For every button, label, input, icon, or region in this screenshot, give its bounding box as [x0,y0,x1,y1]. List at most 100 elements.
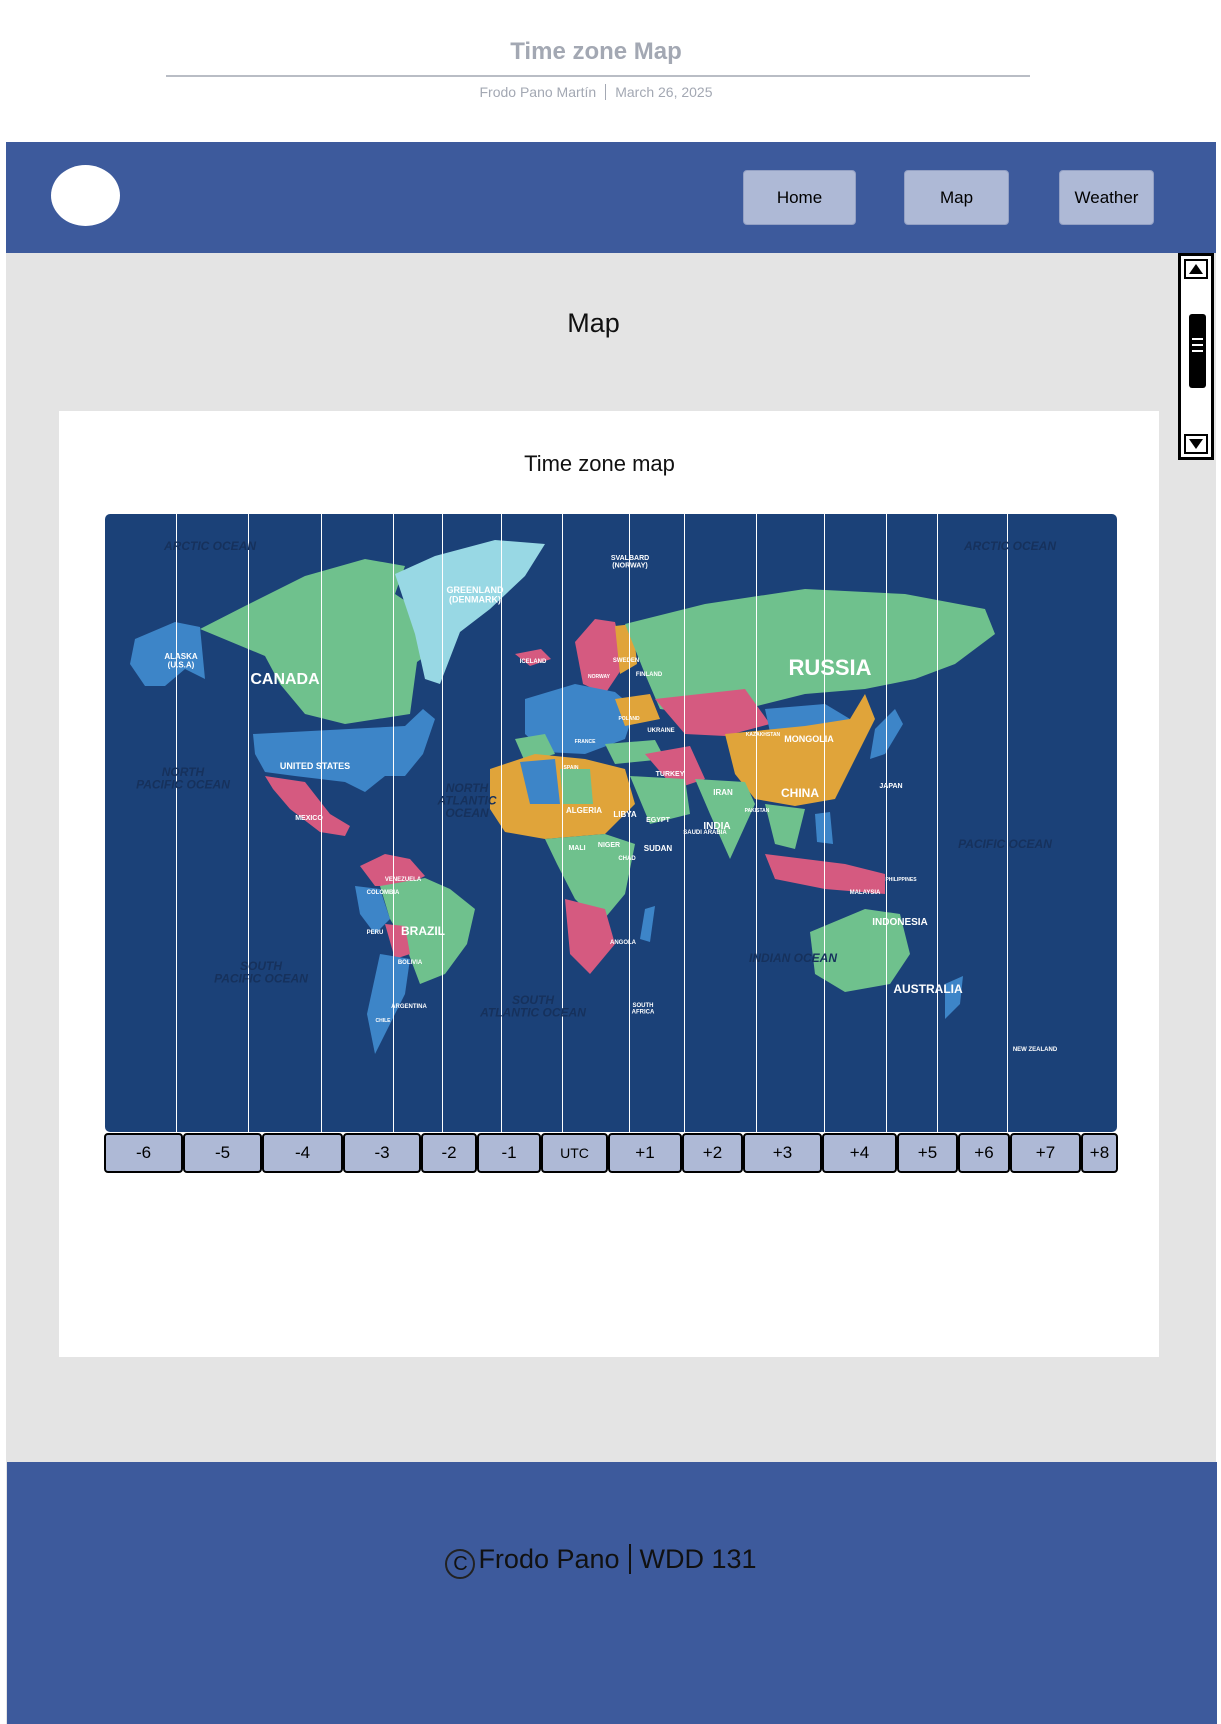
document-title: Time zone Map [510,38,682,65]
label-arctic-west: ARCTIC OCEAN [163,539,256,553]
timezone-button[interactable]: -6 [104,1133,183,1173]
scroll-down-button[interactable] [1184,434,1208,454]
mexico-region [265,776,350,836]
label-arctic-east: ARCTIC OCEAN [963,539,1056,553]
nav-home-button[interactable]: Home [743,170,856,225]
label-bolivia: BOLIVIA [398,960,423,966]
document-header: Time zone Map Frodo Pano Martín March 26,… [0,0,1221,140]
meta-separator [605,84,607,100]
triangle-down-icon [1189,439,1203,449]
label-sweden: SWEDEN [613,658,639,664]
label-south-pacific: SOUTH PACIFIC OCEAN [214,959,308,986]
label-greenland: GREENLAND (DENMARK) [446,585,504,604]
world-map-graphic: ARCTIC OCEAN ARCTIC OCEAN ALASKA (U.S.A) … [130,514,1058,1132]
timezone-button[interactable]: +2 [682,1133,743,1173]
scrollbar-thumb[interactable] [1189,314,1206,388]
scrollbar[interactable] [1178,253,1214,460]
label-philippines: PHILIPPINES [885,877,917,883]
footer-separator [628,1544,631,1574]
nav-map-button[interactable]: Map [904,170,1009,225]
title-divider [166,75,1030,77]
author-name: Frodo Pano Martín [479,84,597,100]
label-line: PACIFIC OCEAN [136,778,230,792]
timezone-button[interactable]: +5 [897,1133,958,1173]
thumb-grip [1192,338,1203,340]
label-indian: INDIAN OCEAN [749,951,837,965]
label-north-pacific: NORTH PACIFIC OCEAN [136,765,230,792]
thumb-grip [1192,350,1203,352]
timezone-button[interactable]: -3 [343,1133,421,1173]
timezone-button[interactable]: -2 [421,1133,477,1173]
logo[interactable] [51,165,120,226]
card-title: Time zone map [524,451,675,476]
footer-text: C Frodo Pano WDD 131 [7,1544,1195,1579]
timezone-button[interactable]: +6 [958,1133,1010,1173]
label-line: (U.S.A) [168,660,195,669]
label-mali: MALI [568,845,585,852]
label-kazakhstan: KAZAKHSTAN [746,732,781,738]
document-meta: Frodo Pano Martín March 26, 2025 [0,84,1192,100]
world-map: ARCTIC OCEAN ARCTIC OCEAN ALASKA (U.S.A) … [105,514,1117,1132]
timezone-button[interactable]: +4 [822,1133,897,1173]
label-south-atlantic: SOUTH ATLANTIC OCEAN [479,993,586,1020]
label-iran: IRAN [713,788,733,797]
footer-course: WDD 131 [639,1544,757,1574]
label-north-atlantic: NORTH ATLANTIC OCEAN [436,781,496,820]
scroll-up-button[interactable] [1184,259,1208,279]
label-canada: CANADA [250,671,320,688]
timezone-bar: -6 -5 -4 -3 -2 -1 UTC +1 +2 +3 +4 +5 +6 … [104,1133,1118,1175]
label-algeria: ALGERIA [566,806,602,815]
label-line: SOUTH [633,1003,654,1009]
label-chile: CHILE [376,1018,392,1024]
label-australia: AUSTRALIA [893,982,963,996]
label-line: (DENMARK) [449,594,501,604]
copyright-icon: C [445,1549,476,1579]
publish-date: March 26, 2025 [615,84,713,100]
label-turkey: TURKEY [656,771,685,778]
se-asia-region [765,804,805,849]
timezone-button-utc[interactable]: UTC [541,1133,608,1173]
footer-name: Frodo Pano [478,1544,620,1574]
navbar: Home Map Weather [6,142,1216,253]
triangle-up-icon [1189,264,1203,274]
timezone-button[interactable]: -1 [477,1133,541,1173]
libya-region [560,769,593,804]
label-saudi: SAUDI ARABIA [683,830,727,836]
label-norway: NORWAY [588,674,611,680]
label-niger: NIGER [598,842,620,849]
label-finland: FINLAND [636,672,663,678]
label-chad: CHAD [618,856,636,862]
label-china: CHINA [781,786,819,800]
map-card: Time zone map ARCTIC OCEAN ARCTIC OCEAN … [59,411,1159,1357]
timezone-button[interactable]: +7 [1010,1133,1081,1173]
label-angola: ANGOLA [610,940,637,946]
label-mexico: MEXICO [295,815,323,822]
label-line: PACIFIC OCEAN [214,972,308,986]
label-united-states: UNITED STATES [280,761,350,771]
label-ukraine: UKRAINE [647,728,674,734]
timezone-button[interactable]: -4 [262,1133,343,1173]
footer: C Frodo Pano WDD 131 [7,1462,1217,1724]
label-peru: PERU [367,930,384,936]
timezone-button[interactable]: +8 [1081,1133,1118,1173]
timezone-button[interactable]: +1 [608,1133,682,1173]
timezone-button[interactable]: +3 [743,1133,822,1173]
label-line: SVALBARD [611,555,649,562]
label-malaysia: MALAYSIA [850,890,881,896]
label-spain: SPAIN [564,765,579,771]
label-alaska: ALASKA (U.S.A) [164,652,198,669]
label-south-africa: SOUTH AFRICA [632,1003,655,1015]
label-france: FRANCE [575,739,596,745]
label-colombia: COLOMBIA [367,890,400,896]
timezone-button[interactable]: -5 [183,1133,262,1173]
madagascar-region [640,906,655,942]
label-indonesia: INDONESIA [872,917,928,928]
label-pacific: PACIFIC OCEAN [958,837,1052,851]
label-pakistan: PAKISTAN [745,808,770,814]
nav-weather-button[interactable]: Weather [1059,170,1154,225]
label-venezuela: VENEZUELA [385,877,422,883]
label-russia: RUSSIA [788,655,871,680]
thumb-grip [1192,344,1203,346]
label-line: AFRICA [632,1009,655,1015]
label-line: (NORWAY) [612,562,647,569]
